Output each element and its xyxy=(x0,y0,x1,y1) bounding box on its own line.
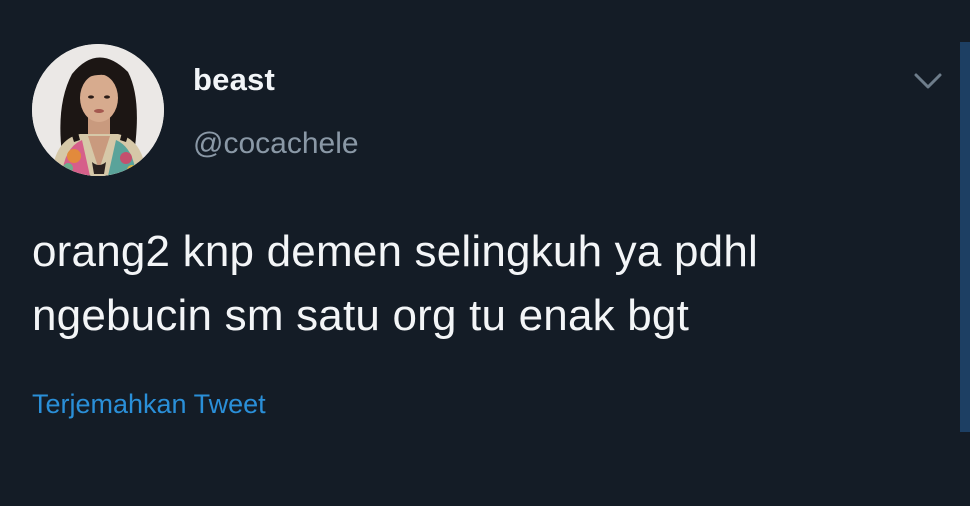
display-name[interactable]: beast xyxy=(193,62,275,98)
chevron-down-icon[interactable] xyxy=(910,68,946,94)
tweet-text: orang2 knp demen selingkuh ya pdhl ngebu… xyxy=(32,220,942,348)
translate-tweet-link[interactable]: Terjemahkan Tweet xyxy=(32,389,266,420)
tweet-text-line: ngebucin sm satu org tu enak bgt xyxy=(32,291,690,340)
profile-photo-icon xyxy=(32,44,164,176)
tweet-text-line: orang2 knp demen selingkuh ya pdhl xyxy=(32,227,758,276)
scrollbar-edge xyxy=(960,42,970,432)
avatar[interactable] xyxy=(32,44,164,176)
user-handle[interactable]: @cocachele xyxy=(193,127,359,161)
tweet-card: beast @cocachele orang2 knp demen seling… xyxy=(0,0,970,506)
